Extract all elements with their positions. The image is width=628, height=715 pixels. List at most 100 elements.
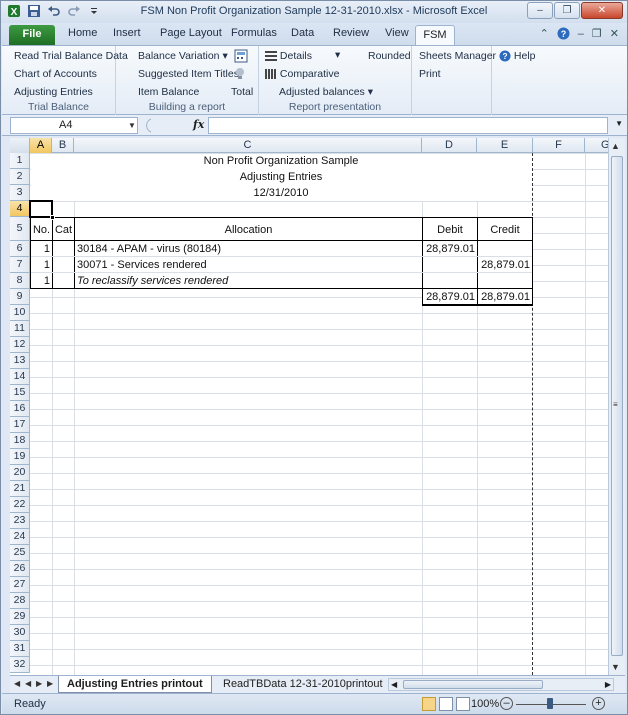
scroll-up-icon[interactable]: ▲ <box>611 141 620 151</box>
row-header-25[interactable]: 25 <box>10 545 30 561</box>
column-header-b[interactable]: B <box>52 138 74 153</box>
zoom-in-button[interactable]: + <box>592 697 605 710</box>
row-header-7[interactable]: 7 <box>10 257 30 273</box>
tab-insert[interactable]: Insert <box>113 27 141 39</box>
row-header-21[interactable]: 21 <box>10 481 30 497</box>
row-header-1[interactable]: 1 <box>10 153 30 169</box>
row-header-2[interactable]: 2 <box>10 169 30 185</box>
expand-formula-bar-icon[interactable]: ▼ <box>615 119 623 128</box>
print-button[interactable]: Print <box>419 68 441 80</box>
scroll-left-icon[interactable]: ◀ <box>391 680 397 689</box>
restore-button[interactable]: ❐ <box>554 2 580 19</box>
details-dropdown-icon[interactable]: ▾ <box>335 49 340 61</box>
calculator-icon[interactable] <box>234 49 248 63</box>
row-header-23[interactable]: 23 <box>10 513 30 529</box>
column-header-g[interactable]: G <box>585 138 608 153</box>
row-header-18[interactable]: 18 <box>10 433 30 449</box>
details-button[interactable]: Details <box>265 50 312 62</box>
page-layout-view-button[interactable] <box>439 697 453 711</box>
total-button[interactable]: Total <box>231 86 253 98</box>
zoom-slider-knob[interactable] <box>547 698 553 709</box>
row-header-14[interactable]: 14 <box>10 369 30 385</box>
row-header-8[interactable]: 8 <box>10 273 30 289</box>
read-trial-balance-button[interactable]: Read Trial Balance Data <box>14 50 128 62</box>
tab-view[interactable]: View <box>385 27 409 39</box>
tab-fsm[interactable]: FSM <box>415 25 455 46</box>
tab-data[interactable]: Data <box>291 27 314 39</box>
adjusting-entries-button[interactable]: Adjusting Entries <box>14 86 93 98</box>
row-header-28[interactable]: 28 <box>10 593 30 609</box>
row-header-15[interactable]: 15 <box>10 385 30 401</box>
row-header-19[interactable]: 19 <box>10 449 30 465</box>
row-header-31[interactable]: 31 <box>10 641 30 657</box>
row-header-17[interactable]: 17 <box>10 417 30 433</box>
fill-handle[interactable] <box>50 215 55 220</box>
sheet-tab-readtbdata[interactable]: ReadTBData 12-31-2010printout <box>215 676 391 693</box>
workbook-close-icon[interactable]: ✕ <box>610 27 619 40</box>
row-header-32[interactable]: 32 <box>10 657 30 673</box>
suggested-item-titles-button[interactable]: Suggested Item Titles <box>138 68 239 80</box>
row-header-3[interactable]: 3 <box>10 185 30 201</box>
row-header-29[interactable]: 29 <box>10 609 30 625</box>
item-balance-button[interactable]: Item Balance <box>138 86 199 98</box>
first-sheet-icon[interactable]: ◀ <box>14 679 20 688</box>
tab-page-layout[interactable]: Page Layout <box>160 27 222 39</box>
sheet-tab-adjusting-entries[interactable]: Adjusting Entries printout <box>58 676 212 693</box>
tab-review[interactable]: Review <box>333 27 369 39</box>
name-box[interactable]: A4 <box>10 117 138 134</box>
comparative-button[interactable]: Comparative <box>265 68 339 80</box>
formula-input[interactable] <box>208 117 608 134</box>
row-header-27[interactable]: 27 <box>10 577 30 593</box>
balance-variation-button[interactable]: Balance Variation ▾ <box>138 50 228 62</box>
zoom-level[interactable]: 100% <box>471 698 499 710</box>
minimize-ribbon-icon[interactable]: ⌃ <box>540 27 549 40</box>
horizontal-scroll-thumb[interactable] <box>403 680 543 689</box>
row-header-20[interactable]: 20 <box>10 465 30 481</box>
row-header-26[interactable]: 26 <box>10 561 30 577</box>
bulb-icon[interactable] <box>234 67 246 81</box>
workbook-minimize-icon[interactable]: – <box>578 28 584 40</box>
row-header-10[interactable]: 10 <box>10 305 30 321</box>
tab-formulas[interactable]: Formulas <box>231 27 277 39</box>
row-header-11[interactable]: 11 <box>10 321 30 337</box>
row-header-9[interactable]: 9 <box>10 289 30 305</box>
minimize-button[interactable]: – <box>527 2 553 19</box>
column-header-e[interactable]: E <box>477 138 533 153</box>
column-header-d[interactable]: D <box>422 138 477 153</box>
normal-view-button[interactable] <box>422 697 436 711</box>
vertical-scrollbar[interactable]: ▲ ≡ ▼ <box>608 138 625 675</box>
scroll-down-icon[interactable]: ▼ <box>611 662 620 672</box>
scroll-right-icon[interactable]: ▶ <box>605 680 611 689</box>
prev-sheet-icon[interactable]: ◀ <box>25 679 31 688</box>
tab-file[interactable]: File <box>9 25 55 45</box>
workbook-restore-icon[interactable]: ❐ <box>592 27 602 40</box>
row-header-12[interactable]: 12 <box>10 337 30 353</box>
row-header-13[interactable]: 13 <box>10 353 30 369</box>
last-sheet-icon[interactable]: ▶ <box>47 679 53 688</box>
horizontal-scrollbar[interactable]: ◀ ▶ <box>388 678 614 691</box>
next-sheet-icon[interactable]: ▶ <box>36 679 42 688</box>
row-header-16[interactable]: 16 <box>10 401 30 417</box>
select-all-button[interactable] <box>10 138 30 153</box>
sheets-manager-button[interactable]: Sheets Manager <box>419 50 496 62</box>
row-header-24[interactable]: 24 <box>10 529 30 545</box>
tab-home[interactable]: Home <box>68 27 97 39</box>
name-box-dropdown-icon[interactable]: ▼ <box>128 121 136 130</box>
page-break-preview-button[interactable] <box>456 697 470 711</box>
fsm-help-button[interactable]: ? Help <box>499 50 536 62</box>
column-header-f[interactable]: F <box>533 138 585 153</box>
row-header-5[interactable]: 5 <box>10 217 30 241</box>
adjusted-balances-button[interactable]: Adjusted balances ▾ <box>279 86 373 98</box>
row-header-22[interactable]: 22 <box>10 497 30 513</box>
column-header-a[interactable]: A <box>30 138 52 153</box>
column-header-c[interactable]: C <box>74 138 422 153</box>
row-header-6[interactable]: 6 <box>10 241 30 257</box>
zoom-out-button[interactable]: – <box>500 697 513 710</box>
help-icon[interactable]: ? <box>557 27 570 40</box>
rounded-button[interactable]: Rounded <box>368 50 411 62</box>
row-header-30[interactable]: 30 <box>10 625 30 641</box>
insert-function-icon[interactable]: fx <box>193 118 204 131</box>
chart-of-accounts-button[interactable]: Chart of Accounts <box>14 68 97 80</box>
close-button[interactable]: ✕ <box>581 2 623 19</box>
row-header-4[interactable]: 4 <box>10 201 30 217</box>
